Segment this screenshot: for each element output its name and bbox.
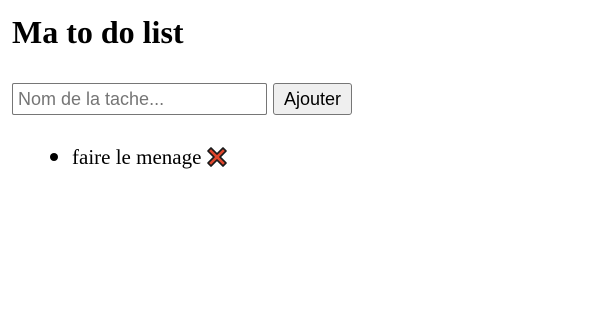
task-name-input[interactable]: [12, 83, 267, 115]
bullet-icon: [50, 153, 58, 161]
page-title: Ma to do list: [12, 14, 184, 50]
cross-mark-icon[interactable]: [204, 144, 230, 170]
add-task-button[interactable]: Ajouter: [273, 83, 353, 115]
task-list: faire le menage: [12, 141, 230, 173]
list-item: faire le menage: [50, 141, 230, 173]
task-label: faire le menage: [72, 145, 202, 169]
add-task-form: Ajouter: [12, 83, 353, 115]
